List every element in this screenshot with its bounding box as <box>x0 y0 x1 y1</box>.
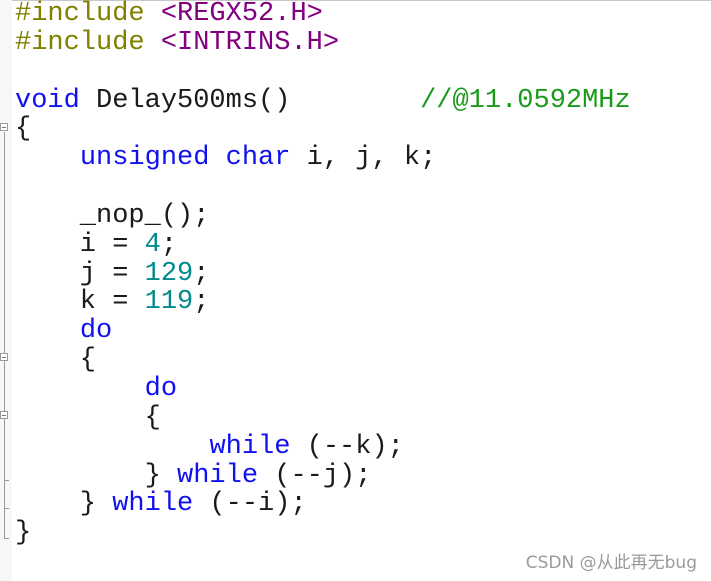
code-token: do <box>79 316 113 347</box>
code-token: { <box>15 114 32 145</box>
code-token: (--k); <box>290 431 404 462</box>
code-line: } <box>15 519 631 548</box>
code-token: } <box>15 518 32 549</box>
code-token: //@11.0592MHz <box>420 85 631 116</box>
code-line: _nop_(); <box>15 200 631 231</box>
code-token: 119 <box>144 287 194 318</box>
code-token: Delay500ms() <box>79 85 421 116</box>
code-token: _nop_(); <box>15 200 210 231</box>
fold-line <box>4 132 5 538</box>
code-line: do <box>15 317 631 346</box>
fold-end-marker <box>4 538 9 539</box>
code-line: { <box>15 346 631 375</box>
code-token: while <box>177 460 259 491</box>
code-token: ; <box>193 258 210 289</box>
code-token: i = <box>15 229 145 260</box>
code-token: j = <box>15 258 145 289</box>
code-line: } while (--i); <box>15 490 631 519</box>
code-line: void Delay500ms() //@11.0592MHz <box>15 85 631 116</box>
code-line: { <box>15 115 631 144</box>
code-line: #include <REGX52.H> <box>15 0 631 29</box>
code-token: do <box>144 373 178 404</box>
watermark: CSDN @从此再无bug <box>525 553 697 573</box>
code-token: i, j, k; <box>290 143 437 174</box>
code-line: j = 129; <box>15 258 631 289</box>
code-token: (--i); <box>193 489 307 520</box>
code-token: 4 <box>144 229 161 260</box>
code-token: { <box>15 345 97 376</box>
code-token: while <box>209 431 291 462</box>
fold-gutter <box>0 0 12 581</box>
code-token: 129 <box>144 258 194 289</box>
code-line: unsigned char i, j, k; <box>15 144 631 173</box>
code-token: ; <box>160 229 178 260</box>
code-token: <REGX52.H> <box>160 0 323 29</box>
code-line: do <box>15 375 631 404</box>
fold-end-marker <box>4 508 9 509</box>
code-token: #include <box>15 27 161 58</box>
fold-toggle-icon[interactable] <box>0 411 8 419</box>
code-token: #include <box>15 0 161 29</box>
code-line: k = 119; <box>15 288 631 317</box>
code-token: while <box>112 489 194 520</box>
code-line: { <box>15 402 631 433</box>
code-editor[interactable]: #include <REGX52.H> #include <INTRINS.H> … <box>15 0 631 548</box>
code-token: } <box>15 489 113 520</box>
code-token: k = <box>15 287 145 318</box>
code-token: } <box>15 460 178 491</box>
code-token: (--j); <box>258 460 372 491</box>
fold-toggle-icon[interactable] <box>0 123 8 131</box>
code-line: } while (--j); <box>15 460 631 491</box>
code-token: char <box>225 143 291 174</box>
code-line: i = 4; <box>15 229 631 260</box>
code-token: { <box>15 402 161 433</box>
code-token: unsigned <box>79 143 210 174</box>
code-token: void <box>15 85 80 116</box>
fold-toggle-icon[interactable] <box>0 353 8 361</box>
code-line: while (--k); <box>15 431 631 462</box>
code-token: <INTRINS.H> <box>160 27 340 58</box>
code-line: #include <INTRINS.H> <box>15 27 631 58</box>
code-token: ; <box>193 287 210 318</box>
fold-end-marker <box>4 480 9 481</box>
